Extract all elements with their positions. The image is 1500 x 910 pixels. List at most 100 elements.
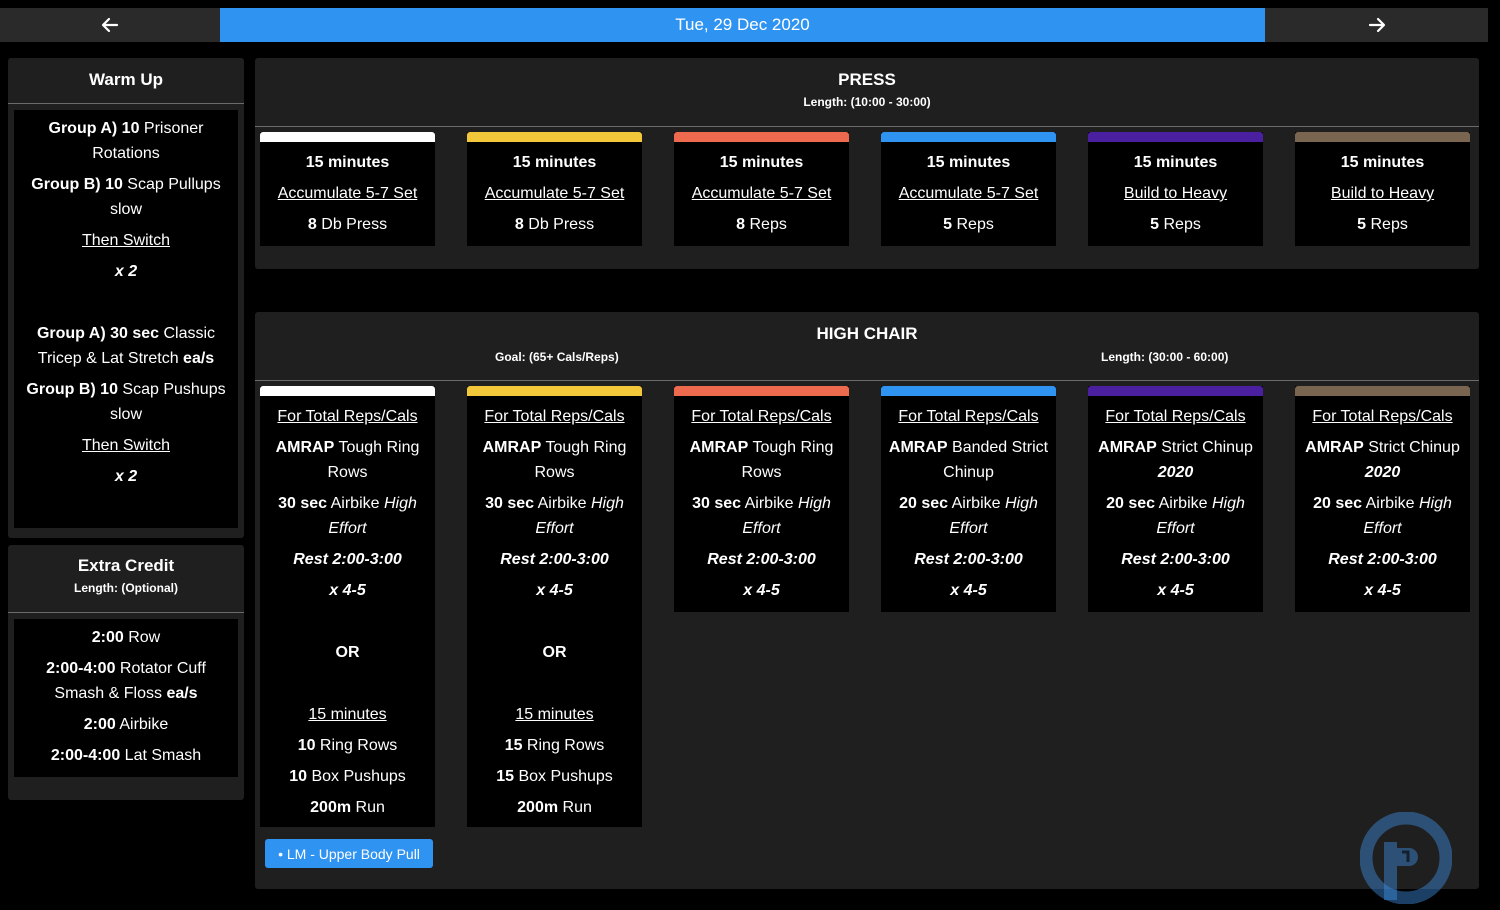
high-chair-card: For Total Reps/Cals AMRAP Strict Chinup … (1295, 386, 1470, 612)
high-chair-card: For Total Reps/Cals AMRAP Banded Strict … (881, 386, 1056, 612)
card-color-bar (1088, 386, 1263, 396)
line-item: For Total Reps/Cals (680, 404, 843, 429)
plain-text: Run (351, 799, 385, 816)
plain-text: Box Pushups (307, 768, 406, 785)
italic-text: x 4-5 (329, 582, 366, 599)
line-item: 2:00 Airbike (14, 712, 238, 737)
plain-text: Box Pushups (514, 768, 613, 785)
plain-text: Reps (1366, 216, 1408, 233)
line-item: x 2 (14, 259, 238, 284)
italic-text: x 4-5 (743, 582, 780, 599)
high-chair-header: HIGH CHAIR Goal: (65+ Cals/Reps) Length:… (255, 312, 1479, 381)
extra-credit-panel: Extra Credit Length: (Optional) 2:00 Row… (8, 545, 244, 800)
high-chair-section: HIGH CHAIR Goal: (65+ Cals/Reps) Length:… (255, 312, 1479, 889)
card-movement: 5 Reps (1094, 212, 1257, 237)
high-chair-card: For Total Reps/Cals AMRAP Tough Ring Row… (674, 386, 849, 612)
card-color-bar (467, 132, 642, 142)
card-scheme: Build to Heavy (1094, 181, 1257, 206)
underlined-text: For Total Reps/Cals (277, 408, 418, 425)
bold-text: 15 minutes (512, 154, 597, 171)
bold-text: 15 (504, 737, 523, 754)
plain-text: Db Press (523, 216, 595, 233)
line-item: AMRAP Strict Chinup 2020 (1094, 435, 1257, 485)
line-item: Group B) 10 Scap Pullups slow (14, 172, 238, 222)
bold-text: OR (335, 644, 360, 661)
press-card: 15 minutes Build to Heavy 5 Reps (1295, 132, 1470, 246)
arrow-left-icon (101, 17, 119, 33)
line-item: Rest 2:00-3:00 (680, 547, 843, 572)
press-header: PRESS Length: (10:00 - 30:00) (255, 58, 1479, 127)
press-card: 15 minutes Build to Heavy 5 Reps (1088, 132, 1263, 246)
italic-text: x 4-5 (1157, 582, 1194, 599)
next-day-button[interactable] (1265, 8, 1488, 42)
current-date[interactable]: Tue, 29 Dec 2020 (220, 8, 1265, 42)
card-duration: 15 minutes (887, 150, 1050, 175)
arrow-right-icon (1368, 17, 1385, 33)
lm-upper-body-pull-tag[interactable]: • LM - Upper Body Pull (265, 839, 433, 868)
plain-text: Strict Chinup (1363, 439, 1460, 456)
card-color-bar (674, 132, 849, 142)
line-item: 200m Run (473, 795, 636, 820)
plain-text: Lat Smash (120, 747, 202, 764)
line-item: x 4-5 (680, 578, 843, 603)
plain-text: Airbike (741, 495, 798, 512)
underlined-text: 15 minutes (308, 706, 387, 723)
line-item: 15 minutes (473, 702, 636, 727)
bold-text: Group B) 10 (31, 176, 123, 193)
plain-text: Airbike (534, 495, 591, 512)
line-item: Rest 2:00-3:00 (1301, 547, 1464, 572)
bold-text: ea/s (166, 685, 198, 702)
line-item: Then Switch (14, 228, 238, 253)
card-duration: 15 minutes (1301, 150, 1464, 175)
card-movement: 8 Db Press (473, 212, 636, 237)
italic-text: Rest 2:00-3:00 (707, 551, 816, 568)
previous-day-button[interactable] (0, 8, 220, 42)
bold-text: 20 sec (1313, 495, 1363, 512)
plain-text: Tough Ring Rows (741, 439, 834, 481)
card-color-bar (674, 386, 849, 396)
warmup-card: Group A) 10 Prisoner Rotations Group B) 1… (14, 110, 238, 528)
bold-text: 2:00 (91, 629, 124, 646)
line-item: x 4-5 (887, 578, 1050, 603)
bold-text: 20 sec (899, 495, 949, 512)
line-item: AMRAP Tough Ring Rows (266, 435, 429, 485)
bold-text: 30 sec (692, 495, 742, 512)
card-duration: 15 minutes (266, 150, 429, 175)
bold-text: AMRAP (482, 439, 542, 456)
underlined-text: Accumulate 5-7 Set (484, 185, 625, 202)
press-card: 15 minutes Accumulate 5-7 Set 5 Reps (881, 132, 1056, 246)
line-item: Group A) 10 Prisoner Rotations (14, 116, 238, 166)
underlined-text: Build to Heavy (1330, 185, 1435, 202)
card-scheme: Accumulate 5-7 Set (473, 181, 636, 206)
underlined-text: Then Switch (81, 232, 171, 249)
line-item: 15 Box Pushups (473, 764, 636, 789)
line-item: For Total Reps/Cals (266, 404, 429, 429)
italic-text: Rest 2:00-3:00 (500, 551, 609, 568)
italic-text: x 4-5 (536, 582, 573, 599)
bold-italic-text: 2020 (1364, 464, 1401, 481)
high-chair-cards: For Total Reps/Cals AMRAP Tough Ring Row… (260, 386, 1470, 827)
card-scheme: Build to Heavy (1301, 181, 1464, 206)
plain-text: Banded Strict Chinup (943, 439, 1049, 481)
plain-text: Ring Rows (315, 737, 398, 754)
bold-text: 10 (297, 737, 316, 754)
underlined-text: Accumulate 5-7 Set (898, 185, 1039, 202)
line-item: 15 minutes (266, 702, 429, 727)
line-item: AMRAP Tough Ring Rows (680, 435, 843, 485)
bold-text: 15 minutes (305, 154, 390, 171)
card-duration: 15 minutes (473, 150, 636, 175)
bold-text: Group B) 10 (26, 381, 118, 398)
plain-text: Airbike (115, 716, 169, 733)
press-card: 15 minutes Accumulate 5-7 Set 8 Db Press (467, 132, 642, 246)
press-title: PRESS (838, 70, 896, 89)
line-item: 30 sec Airbike High Effort (680, 491, 843, 541)
high-chair-length: Length: (30:00 - 60:00) (1101, 350, 1229, 364)
underlined-text: For Total Reps/Cals (898, 408, 1039, 425)
bold-text: 15 (496, 768, 515, 785)
line-item: x 4-5 (1094, 578, 1257, 603)
